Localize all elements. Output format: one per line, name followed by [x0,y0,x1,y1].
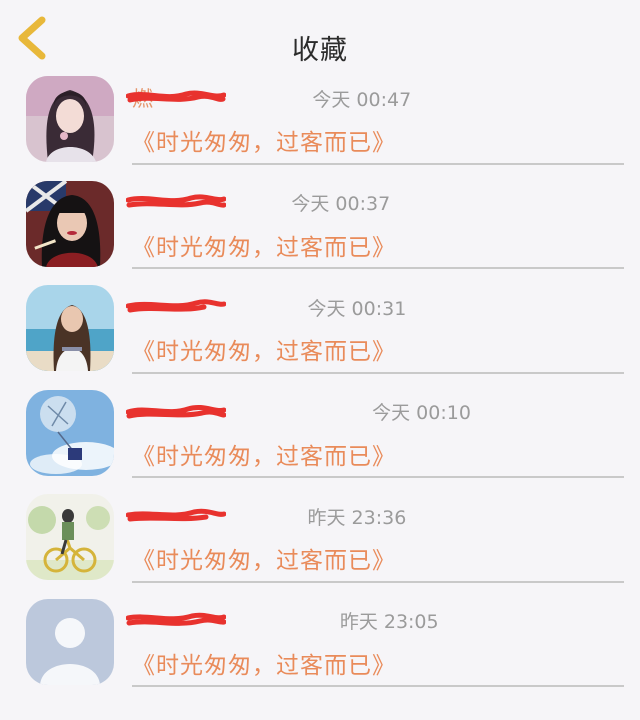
redaction-scribble [126,508,226,522]
avatar[interactable] [26,598,114,685]
avatar[interactable] [26,180,114,267]
username[interactable]: ░░░░░░░░░░ [126,295,294,319]
redaction-scribble [126,404,226,418]
timestamp: 昨天 23:05 [339,611,439,633]
girl-portrait-avatar-icon [26,76,114,162]
nav-bar: 收藏 [0,0,640,66]
avatar[interactable] [26,76,114,162]
timestamp: 今天 00:37 [291,193,391,215]
favorite-quote[interactable]: 《时光匆匆，过客而已》 [132,228,396,262]
list-item[interactable]: ░░░░░░░░░░ 昨天 23:36 《时光匆匆，过客而已》 [0,484,640,589]
username[interactable]: ░░░░░░░░░░░░░░ [126,400,358,424]
avatar[interactable] [26,494,114,580]
favorite-quote[interactable]: 《时光匆匆，过客而已》 [132,332,396,366]
beach-portrait-avatar-icon [26,285,114,371]
redaction-scribble [126,193,226,208]
list-item[interactable]: ░░░░░░░░░░░░░░ 今天 00:10 《时光匆匆，过客而已》 [0,380,640,485]
divider [132,162,624,165]
favorite-quote[interactable]: 《时光匆匆，过客而已》 [132,541,396,575]
timestamp: 今天 00:47 [312,88,412,111]
divider [132,580,624,583]
woman-portrait-avatar-icon [26,180,114,267]
timestamp: 昨天 23:36 [307,506,407,529]
default-user-icon [26,598,114,685]
redaction-scribble [126,612,226,626]
divider [132,476,624,478]
list-item[interactable]: 燃░░░░░░░░░ 今天 00:47 《时光匆匆，过客而已》 [0,66,640,171]
username[interactable]: ░░░░░░░░░░ [126,504,294,528]
favorite-quote[interactable]: 《时光匆匆，过客而已》 [132,123,396,157]
username[interactable]: 燃░░░░░░░░░ [126,83,298,113]
list-item[interactable]: ░░░░░░░░░░ 今天 00:31 《时光匆匆，过客而已》 [0,275,640,380]
balloon-avatar-icon [26,389,114,476]
page-title: 收藏 [292,35,348,66]
divider [132,267,624,269]
username[interactable]: ░░░░░░░░░ [126,191,277,215]
favorite-quote[interactable]: 《时光匆匆，过客而已》 [132,646,396,680]
list-item[interactable]: ░░░░░░░░░ 今天 00:37 《时光匆匆，过客而已》 [0,171,640,276]
list-item[interactable]: ░░░░░░░░░░░░ 昨天 23:05 《时光匆匆，过客而已》 [0,589,640,694]
divider [132,685,624,687]
cyclist-avatar-icon [26,494,114,580]
avatar[interactable] [26,389,114,476]
favorites-list: 燃░░░░░░░░░ 今天 00:47 《时光匆匆，过客而已》 [0,66,640,693]
timestamp: 今天 00:10 [372,402,471,424]
favorite-quote[interactable]: 《时光匆匆，过客而已》 [132,437,396,471]
redaction-scribble [126,299,226,313]
username[interactable]: ░░░░░░░░░░░░ [126,609,326,633]
avatar[interactable] [26,285,114,371]
timestamp: 今天 00:31 [307,297,407,320]
divider [132,371,624,374]
